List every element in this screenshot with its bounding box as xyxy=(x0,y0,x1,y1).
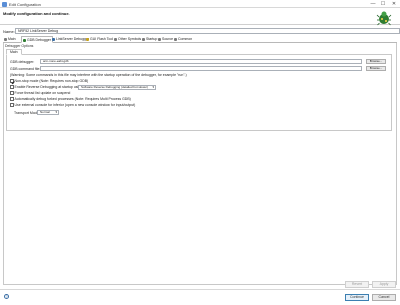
chevron-down-icon: ▾ xyxy=(55,110,57,114)
title-bar: Edit Configuration — ☐ ✕ xyxy=(0,0,400,8)
minimize-button[interactable]: — xyxy=(368,1,378,7)
transport-mode-select[interactable]: Normal ▾ xyxy=(37,110,59,115)
common-tab-icon xyxy=(174,37,177,41)
tab-other-symbols[interactable]: Other Symbols xyxy=(113,36,142,43)
window-title: Edit Configuration xyxy=(9,2,41,7)
checkbox-box[interactable] xyxy=(10,85,14,89)
apply-button[interactable]: Apply xyxy=(372,281,396,288)
gdb-command-file-label: GDB command file: xyxy=(10,67,41,71)
checkbox-box[interactable] xyxy=(10,91,14,95)
gdb-debugger-input[interactable]: arm-none-eabi-gdb xyxy=(40,59,362,64)
footer-separator xyxy=(0,289,400,290)
debug-forked-processes-checkbox[interactable]: Automatically debug forked processes (No… xyxy=(10,97,131,101)
revert-button[interactable]: Revert xyxy=(345,281,369,288)
debug-bug-icon xyxy=(376,11,392,26)
gdb-command-file-browse-button[interactable]: Browse... xyxy=(366,66,386,71)
dialog-header: Modify configuration and continue. xyxy=(0,8,400,26)
chevron-down-icon: ▾ xyxy=(152,85,154,89)
transport-mode-label: Transport Mode: xyxy=(14,111,40,115)
debug-tab-icon xyxy=(23,38,26,42)
external-console-checkbox[interactable]: Use external console for inferior (open … xyxy=(10,103,135,107)
tab-main[interactable]: Main xyxy=(3,36,17,43)
checkbox-box[interactable] xyxy=(10,97,14,101)
reverse-mode-select[interactable]: Software Reverse Debugging (detailed but… xyxy=(78,85,156,90)
tab-gui-flash-tool[interactable]: GUI Flash Tool xyxy=(85,36,114,43)
force-thread-update-checkbox[interactable]: Force thread list update on suspend xyxy=(10,91,70,95)
tab-common[interactable]: Common xyxy=(173,36,193,43)
name-input[interactable]: NRF52 LinkServer Debug xyxy=(15,28,400,34)
startup-tab-icon xyxy=(142,37,145,41)
cancel-button[interactable]: Cancel xyxy=(372,294,396,301)
symbols-tab-icon xyxy=(114,37,117,41)
gdb-command-file-input[interactable] xyxy=(40,66,362,71)
name-label: Name: xyxy=(3,29,15,34)
close-button[interactable]: ✕ xyxy=(389,1,399,7)
source-tab-icon xyxy=(158,37,161,41)
flash-tab-icon xyxy=(86,37,89,41)
tab-gdb-debugger[interactable]: GDB Debugger xyxy=(21,36,53,43)
checkbox-box[interactable] xyxy=(10,103,14,107)
app-icon xyxy=(2,1,7,7)
non-stop-mode-checkbox[interactable]: Non-stop mode (Note: Requires non-stop G… xyxy=(10,79,88,83)
dialog-heading: Modify configuration and continue. xyxy=(3,11,70,16)
command-file-warning: (Warning: Some commands in this file may… xyxy=(10,73,187,77)
reverse-debugging-checkbox[interactable]: Enable Reverse Debugging at startup usin… xyxy=(10,85,83,89)
continue-button[interactable]: Continue xyxy=(345,294,369,301)
main-tab-icon xyxy=(4,37,7,41)
checkbox-box[interactable] xyxy=(10,79,14,83)
debugger-options-title: Debugger Options xyxy=(5,44,34,48)
help-icon[interactable]: ? xyxy=(4,294,9,299)
tab-source[interactable]: Source xyxy=(157,36,174,43)
gdb-debugger-label: GDB debugger: xyxy=(10,60,35,64)
linkserver-tab-icon xyxy=(52,37,55,41)
config-tabs: Main GDB Debugger LinkServer Debugger GU… xyxy=(3,36,397,43)
tab-startup[interactable]: Startup xyxy=(141,36,158,43)
gdb-debugger-browse-button[interactable]: Browse... xyxy=(366,59,386,64)
maximize-button[interactable]: ☐ xyxy=(378,1,388,7)
